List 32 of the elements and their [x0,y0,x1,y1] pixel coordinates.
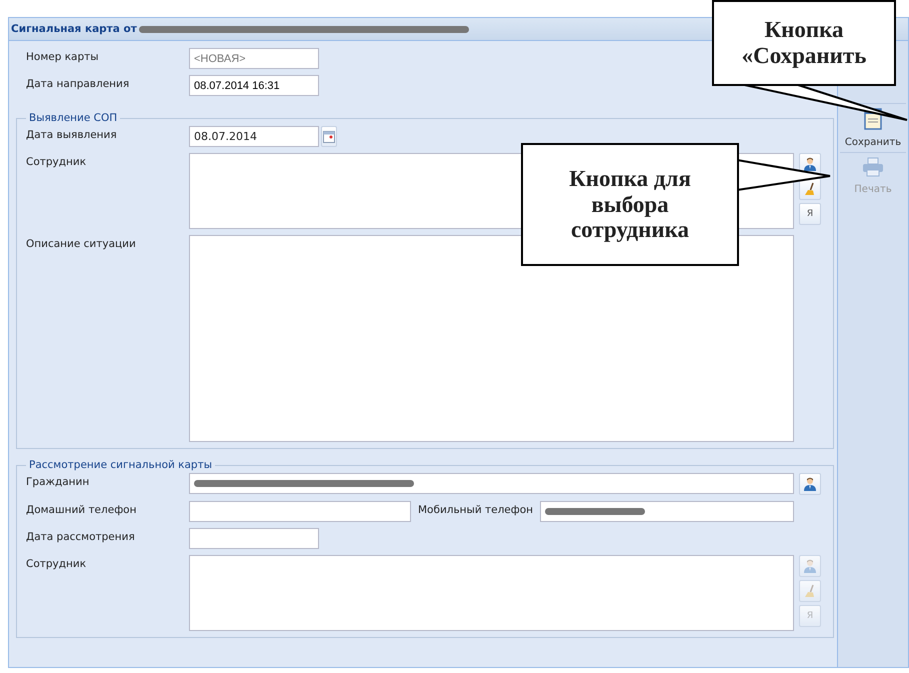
field-label: Гражданин [26,475,90,488]
person-icon [803,559,817,573]
field-label: Домашний телефон [26,503,138,516]
broom-icon [803,182,817,196]
self-button[interactable]: Я [799,203,821,225]
printer-icon [862,157,884,177]
text-field[interactable]: <НОВАЯ> [189,48,319,69]
section-legend: Рассмотрение сигнальной карты [26,459,215,471]
callout: Кнопка для выбора сотрудника [521,143,739,266]
home-phone-field[interactable] [189,501,411,522]
date-field[interactable] [189,528,319,549]
field-label: Дата выявления [26,128,118,141]
calendar-button[interactable] [321,126,337,147]
calendar-icon [323,130,335,142]
text-field[interactable]: 08.07.2014 16:31 [189,75,319,96]
mobile-phone-field[interactable] [540,501,794,522]
field-label: Сотрудник [26,155,88,168]
field-label: Описание ситуации [26,237,137,250]
employee-field[interactable] [189,555,794,631]
field-label: Сотрудник [26,557,88,570]
select-citizen-button[interactable] [799,473,821,495]
window-title: Сигнальная карта от [11,23,137,35]
person-icon [803,477,817,491]
field-label: Дата рассмотрения [26,530,136,543]
section-legend: Выявление СОП [26,112,120,124]
person-icon [803,157,817,171]
broom-icon [803,584,817,598]
field-label: Мобильный телефон [418,503,534,516]
citizen-field[interactable] [189,473,794,494]
field-label: Дата направления [26,77,130,90]
date-field[interactable]: 08.07.2014 [189,126,319,147]
field-label: Номер карты [26,50,100,63]
